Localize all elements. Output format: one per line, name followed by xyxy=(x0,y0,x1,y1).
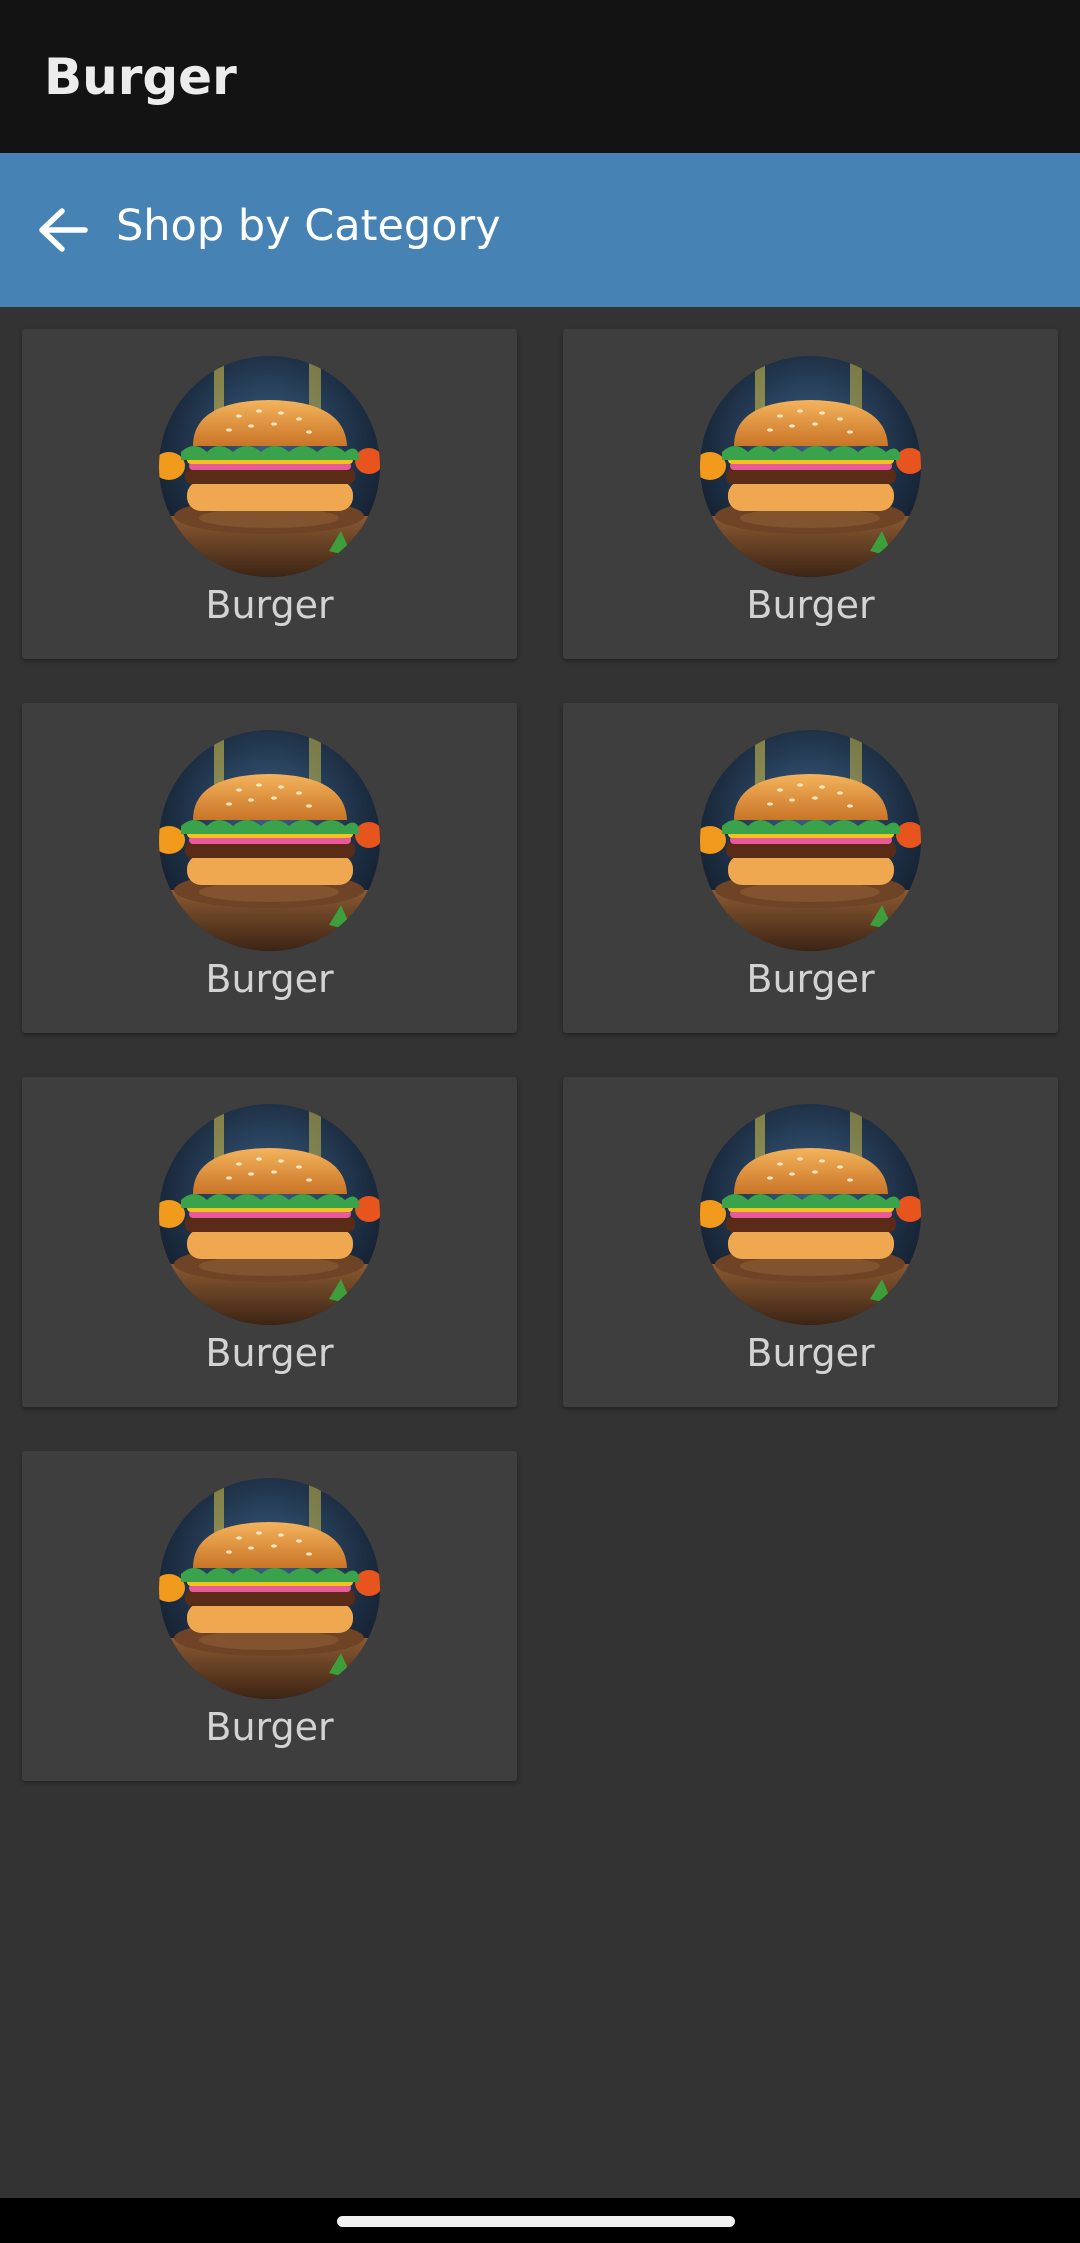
category-card[interactable]: Burger xyxy=(22,329,517,659)
category-label: Burger xyxy=(746,583,875,627)
system-navigation-bar xyxy=(0,2198,1080,2243)
toolbar-title: Shop by Category xyxy=(116,201,501,251)
home-gesture-handle[interactable] xyxy=(337,2216,735,2227)
category-label: Burger xyxy=(205,957,334,1001)
category-card[interactable]: Burger xyxy=(22,1451,517,1781)
category-image xyxy=(159,356,380,577)
app-title: Burger xyxy=(44,48,237,106)
category-card[interactable]: Burger xyxy=(563,1077,1058,1407)
category-card[interactable]: Burger xyxy=(22,703,517,1033)
category-label: Burger xyxy=(746,1331,875,1375)
category-card[interactable]: Burger xyxy=(563,703,1058,1033)
category-card[interactable]: Burger xyxy=(22,1077,517,1407)
category-label: Burger xyxy=(205,1331,334,1375)
category-label: Burger xyxy=(205,1705,334,1749)
category-image xyxy=(159,1478,380,1699)
category-label: Burger xyxy=(205,583,334,627)
category-image xyxy=(700,356,921,577)
category-image xyxy=(159,1104,380,1325)
category-grid: Burger Burger Burger Burger Burger Burge… xyxy=(22,329,1058,1781)
category-card[interactable]: Burger xyxy=(563,329,1058,659)
category-label: Burger xyxy=(746,957,875,1001)
arrow-left-icon xyxy=(39,208,88,252)
category-image xyxy=(700,730,921,951)
toolbar: Shop by Category xyxy=(0,153,1080,307)
back-button[interactable] xyxy=(26,193,100,267)
category-image xyxy=(700,1104,921,1325)
category-image xyxy=(159,730,380,951)
app-title-bar: Burger xyxy=(0,0,1080,153)
